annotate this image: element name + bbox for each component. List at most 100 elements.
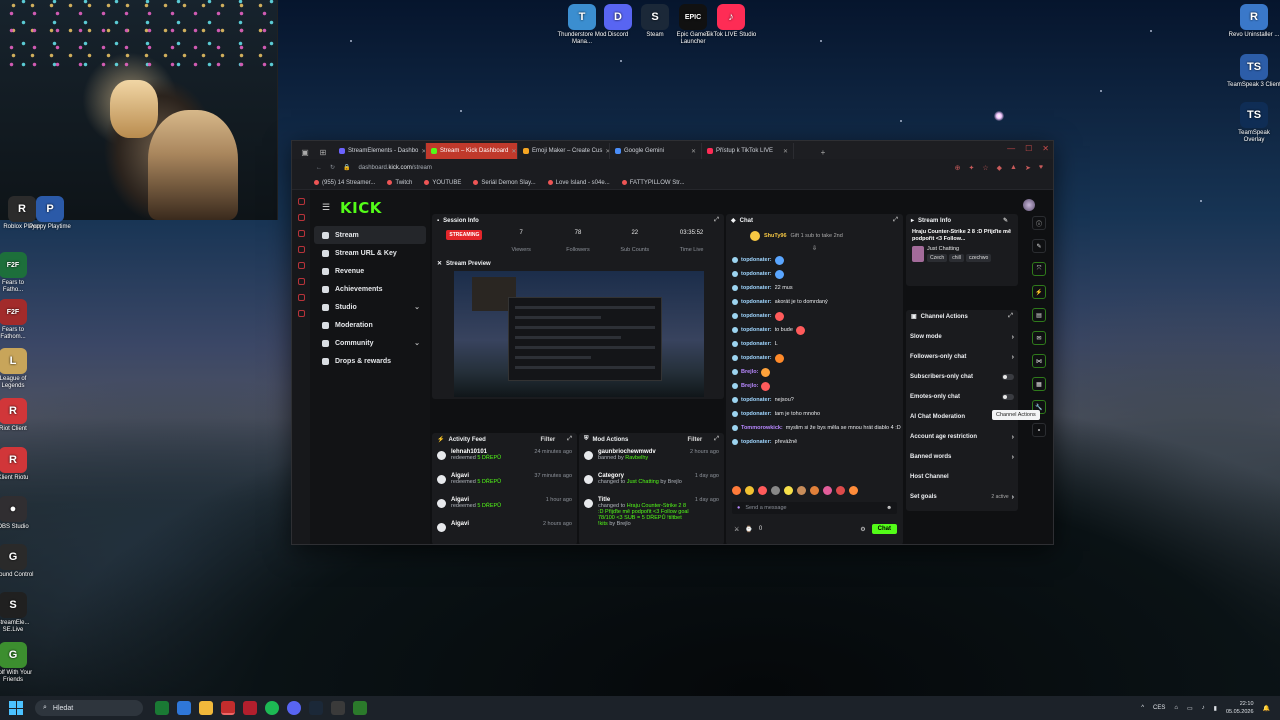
emote-icon[interactable] — [836, 486, 845, 495]
activity-filter-button[interactable]: Filter — [541, 437, 556, 443]
chat-username[interactable]: topdonater: — [741, 397, 772, 403]
expand-icon[interactable]: ⤢ — [567, 436, 572, 443]
bell-icon[interactable]: 🔔 — [1263, 705, 1270, 712]
chevron-down-icon[interactable]: ⌄ — [414, 303, 420, 311]
desktop-icon[interactable]: G Ground Control — [0, 544, 35, 579]
desktop-icon[interactable]: ♪ TikTok LIVE Studio — [704, 4, 758, 39]
chat-username[interactable]: topdonater: — [741, 439, 772, 445]
emote-icon[interactable] — [810, 486, 819, 495]
desktop-icon[interactable]: TS TeamSpeak Overlay — [1227, 102, 1280, 144]
chat-username[interactable]: Tommorowkick: — [741, 425, 783, 431]
channel-actions-button[interactable]: ▦ — [1032, 377, 1046, 391]
nav-item[interactable]: Drops & rewards — [314, 352, 426, 370]
site-info-icon[interactable]: 🔒 — [343, 164, 350, 171]
user-avatar[interactable] — [1023, 199, 1035, 211]
nav-item[interactable]: Stream URL & Key — [314, 244, 426, 262]
reload-icon[interactable]: ↻ — [330, 164, 335, 171]
bookmark-item[interactable]: Seriál Demon Slay... — [473, 180, 536, 186]
zoom-icon[interactable]: ⊕ — [955, 164, 961, 172]
desktop-icon[interactable]: R Revo Uninstaller ... — [1227, 4, 1280, 39]
browser-tab[interactable]: Emoji Maker – Create Cus ✕ — [518, 143, 610, 159]
channel-action[interactable]: Subscribers-only chat — [906, 367, 1018, 387]
raid-button[interactable]: ⤧ — [1032, 262, 1046, 276]
shield-icon[interactable]: ◆ — [997, 164, 1002, 172]
chat-username[interactable]: topdonater: — [741, 313, 772, 319]
battery-icon[interactable]: ▮ — [1214, 705, 1217, 712]
settings-icon[interactable]: ⚙ — [860, 526, 865, 533]
chat-send-button[interactable]: Chat — [871, 524, 897, 534]
browser-tab[interactable]: Stream – Kick Dashboard ✕ — [426, 143, 518, 159]
maximize-icon[interactable]: ☐ — [1025, 144, 1032, 153]
spotify-icon[interactable] — [265, 701, 279, 715]
scroll-down-icon[interactable]: ⇩ — [726, 245, 903, 253]
emote-icon[interactable] — [745, 486, 754, 495]
nav-item[interactable]: Moderation — [314, 316, 426, 334]
channel-action[interactable]: Host Channel — [906, 467, 1018, 487]
desktop-icon[interactable]: L League of Legends — [0, 348, 35, 390]
start-button[interactable] — [9, 701, 23, 715]
minimize-icon[interactable]: — — [1007, 144, 1015, 153]
mod-tools-icon[interactable]: ⚔ — [734, 526, 739, 533]
bookmark-item[interactable]: Love Island - s04e... — [547, 180, 610, 186]
opera-gx-icon[interactable] — [221, 701, 235, 715]
bookmark-item[interactable]: YOUTUBE — [424, 180, 461, 186]
chat-username[interactable]: topdonater: — [741, 341, 772, 347]
chat-username[interactable]: topdonater: — [741, 411, 772, 417]
info-button[interactable]: ⓘ — [1032, 216, 1046, 230]
kick-app-icon[interactable] — [353, 701, 367, 715]
hamburger-icon[interactable]: ☰ — [322, 202, 330, 213]
nav-item[interactable]: Community ⌄ — [314, 334, 426, 352]
chat-username[interactable]: topdonater: — [741, 355, 772, 361]
nav-item[interactable]: Studio ⌄ — [314, 298, 426, 316]
browser-menu-icon[interactable]: ▣ — [298, 145, 312, 159]
stream-preview[interactable] — [454, 271, 704, 397]
bookmark-item[interactable]: Twitch — [387, 180, 412, 186]
xbox-icon[interactable] — [155, 701, 169, 715]
expand-icon[interactable]: ⤢ — [893, 217, 898, 224]
taskbar-search[interactable]: ⌕ Hledat — [35, 700, 143, 716]
sidebar-icon-6[interactable] — [297, 278, 305, 285]
emote-icon[interactable] — [823, 486, 832, 495]
desktop-icon[interactable]: P Poppy Playtime — [28, 196, 72, 231]
chat-username[interactable]: topdonater: — [741, 271, 772, 277]
clock[interactable]: 22:10 05.05.2026 — [1226, 700, 1254, 716]
chrome-icon[interactable] — [177, 701, 191, 715]
pin-icon[interactable]: ✦ — [968, 164, 974, 172]
chat-username[interactable]: Brejlo: — [741, 383, 758, 389]
pencil-button[interactable]: ✎ — [1032, 239, 1046, 253]
channel-action[interactable]: Emotes-only chat — [906, 387, 1018, 407]
sidebar-icon-8[interactable] — [297, 310, 305, 317]
desktop-icon[interactable]: R Riot Client — [0, 398, 35, 433]
extension-icon[interactable]: ▲ — [1010, 164, 1017, 172]
steam-icon[interactable] — [309, 701, 323, 715]
channel-action[interactable]: Followers-only chat › — [906, 347, 1018, 367]
heart-icon[interactable]: ♥ — [1039, 164, 1043, 172]
desktop-icon[interactable]: TS TeamSpeak 3 Client — [1227, 54, 1280, 89]
clip-button[interactable]: ▤ — [1032, 308, 1046, 322]
edit-icon[interactable]: ✎ — [1003, 217, 1008, 224]
notification-icon[interactable]: ⌂ — [1174, 705, 1178, 711]
tab-close-icon[interactable]: ✕ — [783, 148, 788, 155]
sidebar-icon-3[interactable] — [297, 230, 305, 237]
chevron-right-icon[interactable]: › — [1012, 354, 1014, 361]
nav-item[interactable]: Revenue — [314, 262, 426, 280]
expand-icon[interactable]: ⤢ — [1008, 313, 1013, 320]
bolt-button[interactable]: ⚡ — [1032, 285, 1046, 299]
back-icon[interactable]: ← — [316, 165, 322, 171]
bookmark-icon[interactable]: ☆ — [982, 164, 988, 172]
desktop-icon[interactable]: F2F Fears to Fatho... — [0, 252, 35, 294]
volume-icon[interactable]: ♪ — [1202, 705, 1205, 711]
sidebar-icon-1[interactable] — [297, 198, 305, 205]
channel-action[interactable]: Slow mode › — [906, 327, 1018, 347]
emote-icon[interactable] — [732, 486, 741, 495]
link-button[interactable]: ⚬ — [1032, 423, 1046, 437]
stream-tag[interactable]: chill — [949, 254, 964, 262]
sidebar-icon-4[interactable] — [297, 246, 305, 253]
desktop-icon[interactable]: F2F Fears to Fathom... — [0, 299, 35, 341]
desktop-icon[interactable]: G Golf With Your Friends — [0, 642, 35, 684]
chevron-right-icon[interactable]: › — [1012, 454, 1014, 461]
discord-icon[interactable] — [287, 701, 301, 715]
bookmark-item[interactable]: (955) 14 Streamer... — [314, 180, 375, 186]
toggle-switch[interactable] — [1002, 374, 1014, 380]
chat-button[interactable]: ✉ — [1032, 331, 1046, 345]
